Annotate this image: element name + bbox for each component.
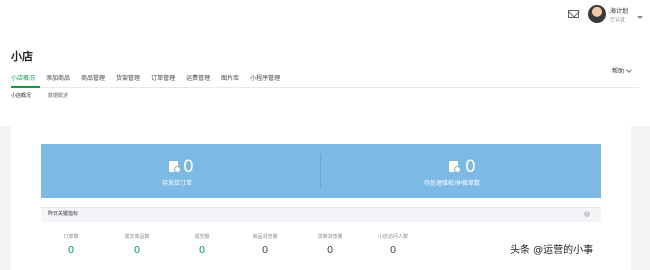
kpi-label: 商品浏览量 [252,234,278,240]
tab-product-management[interactable]: 商品管理 [81,73,105,82]
kpi-value: 0 [261,245,269,256]
kpi-shelf-views: 货架浏览量 0 [310,233,350,256]
user-status: 已认证 [610,17,626,23]
tab-store-overview[interactable]: 小店概况 [11,73,35,82]
kpi-label: 成交商品数 [124,234,150,240]
kpi-products-sold: 成交商品数 0 [117,233,157,256]
kpi-value: 0 [326,245,334,256]
kpi-revenue: 成交额 0 [182,233,222,256]
tab-add-product[interactable]: 添加商品 [46,73,70,82]
tab-mini-program-management[interactable]: 小程序管理 [250,73,280,82]
kpi-value: 0 [67,245,75,256]
help-link[interactable]: 帮助 [612,66,624,75]
main-tabs: 小店概况 添加商品 商品管理 货架管理 订单管理 运费管理 图片库 小程序管理 [11,73,291,82]
kpi-label: 小店访问人数 [377,234,408,240]
subtab-store-overview[interactable]: 小店概况 [11,92,31,99]
document-icon [449,161,461,173]
kpi-value: 0 [389,245,397,256]
pending-claims-label: 待处理维权/仲裁单数 [424,180,481,187]
pending-claims-count[interactable]: 0 [465,159,476,176]
mail-icon[interactable] [568,10,579,18]
stats-panel [41,144,601,198]
kpi-label: 成交额 [194,234,210,240]
avatar[interactable] [588,5,606,23]
pending-shipment-count[interactable]: 0 [183,159,194,176]
subtab-data-overview[interactable]: 数据概述 [48,92,68,99]
kpi-header [41,207,601,222]
tab-order-management[interactable]: 订单管理 [151,73,175,82]
help-circle-icon[interactable]: ? [584,211,590,217]
kpi-value: 0 [133,245,141,256]
kpi-title: 昨日关键指标 [48,211,79,217]
kpi-orders: 订单数 0 [51,233,91,256]
kpi-value: 0 [198,245,206,256]
tab-shelf-management[interactable]: 货架管理 [116,73,140,82]
kpi-product-views: 商品浏览量 0 [245,233,285,256]
stats-divider [320,154,321,188]
page-title: 小店 [11,50,33,63]
document-icon [169,161,181,173]
tab-image-library[interactable]: 图片库 [221,73,239,82]
sub-navigation: 小店概况 数据概述 [11,92,85,99]
tab-divider [11,87,639,88]
kpi-label: 订单数 [63,234,79,240]
active-tab-underline [11,86,40,88]
top-bar [0,0,650,30]
kpi-store-visitors: 小店访问人数 0 [373,233,413,256]
kpi-label: 货架浏览量 [317,234,343,240]
user-name[interactable]: 海计划 [610,6,628,15]
pending-shipment-label: 待发货订单 [162,180,193,187]
watermark: 头条 @运营的小事 [510,245,594,256]
tab-shipping-management[interactable]: 运费管理 [186,73,210,82]
user-menu-chevron-down-icon[interactable] [637,16,643,19]
